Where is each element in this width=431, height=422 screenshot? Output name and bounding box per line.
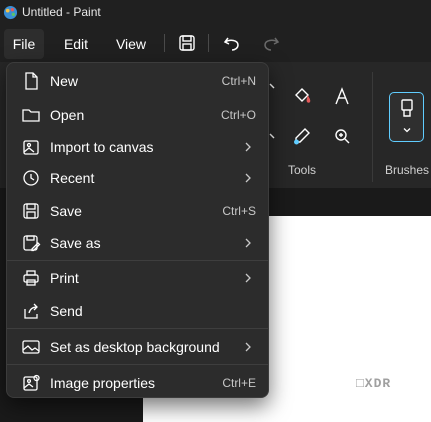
menu-divider [7,364,268,365]
menu-item-open[interactable]: Open Ctrl+O [11,100,264,130]
file-dropdown-menu: New Ctrl+N Open Ctrl+O Import to canvas … [6,62,269,398]
brush-icon [401,99,413,117]
menu-bar: File Edit View [0,26,431,62]
text-tool-icon[interactable] [332,86,352,106]
menu-item-label: Send [50,303,83,319]
menu-item-label: New [50,73,79,89]
menu-item-send[interactable]: Send [11,296,264,326]
menu-item-label: Save [50,203,82,219]
chevron-right-icon [245,238,251,248]
shortcut-text: Ctrl+N [221,74,256,88]
undo-icon[interactable] [221,32,243,54]
import-image-icon [23,140,39,155]
printer-icon [23,270,39,286]
menu-item-label: Set as desktop background [50,339,220,355]
shortcut-text: Ctrl+S [222,204,256,218]
color-picker-icon[interactable] [292,126,312,146]
folder-icon [22,109,40,122]
menu-item-set-as-desktop-background[interactable]: Set as desktop background [11,332,264,362]
view-menu-button[interactable]: View [109,29,153,59]
chevron-right-icon [245,273,251,283]
menu-item-image-properties[interactable]: Image properties Ctrl+E [11,368,264,398]
menu-item-label: Open [50,107,85,123]
redo-icon[interactable] [260,32,282,54]
menu-item-label: Recent [50,170,95,186]
menu-item-recent[interactable]: Recent [11,163,264,193]
clock-icon [23,170,39,186]
chevron-down-icon [403,128,411,133]
menu-item-save[interactable]: Save Ctrl+S [11,196,264,226]
new-file-icon [25,72,38,90]
magnifier-icon[interactable] [332,126,352,146]
menu-divider [7,260,268,261]
file-menu-button[interactable]: File [4,29,44,59]
chevron-right-icon [245,342,251,352]
share-icon [24,303,38,319]
save-icon[interactable] [176,32,198,54]
menu-item-label: Save as [50,235,101,251]
brushes-button[interactable] [389,92,424,142]
desktop-background-icon [22,340,40,354]
menu-item-label: Import to canvas [50,139,154,155]
save-as-icon [23,235,41,252]
edit-menu-button[interactable]: Edit [56,29,96,59]
shortcut-text: Ctrl+E [222,376,256,390]
image-properties-icon [23,374,40,391]
menu-item-print[interactable]: Print [11,263,264,293]
title-bar: Untitled - Paint [0,0,431,26]
menu-item-label: Print [50,270,79,286]
chevron-right-icon [245,142,251,152]
shortcut-text: Ctrl+O [220,108,256,122]
menu-item-import-to-canvas[interactable]: Import to canvas [11,132,264,162]
menu-divider [7,328,268,329]
tools-label: Tools [288,163,317,177]
fill-bucket-icon[interactable] [292,86,312,106]
watermark: □XDR [356,376,392,391]
paint-app-icon [3,5,18,20]
toolbar-separator [164,34,165,52]
menu-item-label: Image properties [50,375,156,391]
menu-item-save-as[interactable]: Save as [11,228,264,258]
toolbar-separator [208,34,209,52]
brushes-label: Brushes [385,163,430,177]
window-title: Untitled - Paint [22,5,101,19]
menu-item-new[interactable]: New Ctrl+N [11,66,264,96]
save-icon [23,203,39,219]
ribbon-separator [372,72,373,182]
chevron-right-icon [245,173,251,183]
